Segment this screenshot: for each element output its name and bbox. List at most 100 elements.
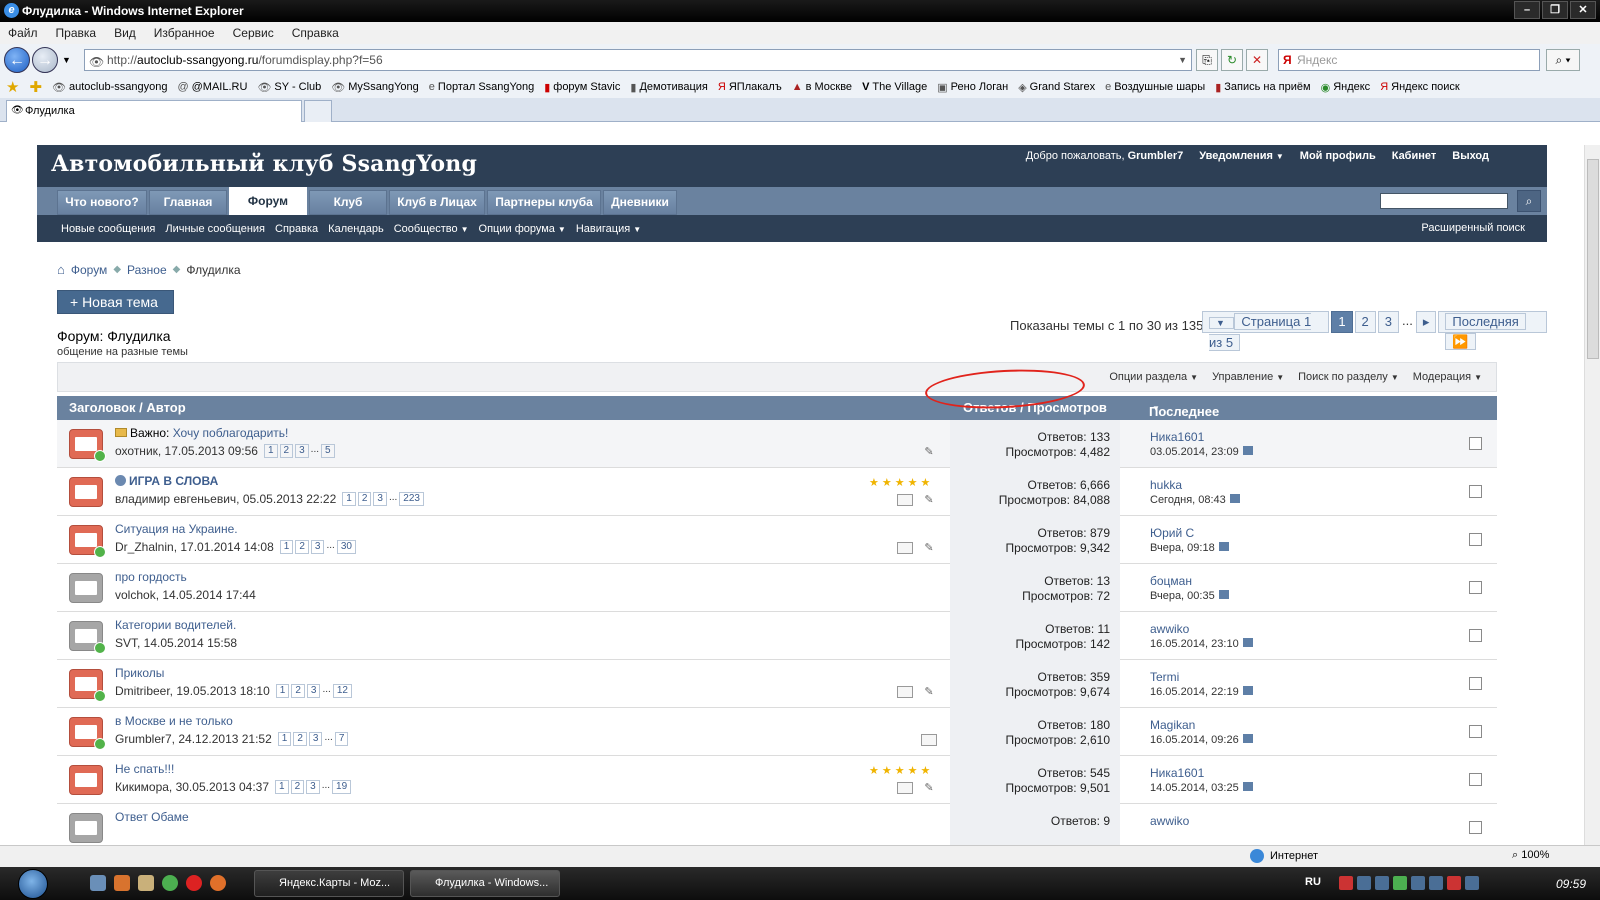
fav-item[interactable]: ▣ Рено Логан <box>937 81 1008 94</box>
browser-search-button[interactable]: ⌕ ▾ <box>1546 49 1580 71</box>
fav-item[interactable]: ◈ Grand Starex <box>1018 81 1095 94</box>
nav-diaries[interactable]: Дневники <box>603 190 677 215</box>
fav-item[interactable]: e Воздушные шары <box>1105 81 1205 93</box>
thread-title-link[interactable]: Приколы <box>115 666 164 680</box>
maximize-button[interactable]: ❐ <box>1542 1 1568 19</box>
last-post-user[interactable]: awwiko <box>1150 622 1253 637</box>
subnav-forum-options[interactable]: Опции форума ▼ <box>479 223 566 235</box>
thread-title-link[interactable]: про гордость <box>115 570 187 584</box>
new-thread-button[interactable]: + Новая тема <box>57 290 174 314</box>
thread-title-link[interactable]: Хочу поблагодарить! <box>173 426 289 440</box>
tray-icon[interactable] <box>1374 876 1389 890</box>
site-logo[interactable]: Автомобильный клуб SsangYong <box>51 151 477 177</box>
thread-title-link[interactable]: Ситуация на Украине. <box>115 522 238 536</box>
nav-club[interactable]: Клуб <box>309 190 387 215</box>
thread-select-checkbox[interactable] <box>1469 773 1482 786</box>
thread-select-checkbox[interactable] <box>1469 629 1482 642</box>
thread-select-checkbox[interactable] <box>1469 581 1482 594</box>
thread-page-link[interactable]: 3 <box>373 492 387 506</box>
volume-icon[interactable] <box>1410 876 1425 890</box>
fav-item[interactable]: ▮ форум Stavic <box>544 81 620 94</box>
menu-file[interactable]: Файл <box>8 26 38 40</box>
thread-page-link[interactable]: 2 <box>357 492 372 506</box>
fav-item[interactable]: 👁 MySsangYong <box>331 81 419 94</box>
fav-item[interactable]: ▮ Демотивация <box>630 81 708 94</box>
last-post-user[interactable]: Magikan <box>1150 718 1253 733</box>
address-dropdown-icon[interactable]: ▼ <box>1178 50 1187 70</box>
nav-whats-new[interactable]: Что нового? <box>57 190 147 215</box>
taskbar-ie-window[interactable]: Флудилка - Windows... <box>410 870 560 897</box>
my-profile-link[interactable]: Мой профиль <box>1300 150 1376 162</box>
menu-help[interactable]: Справка <box>292 26 339 40</box>
thread-page-link[interactable]: 3 <box>306 684 321 698</box>
stop-icon[interactable]: ✕ <box>1246 49 1268 71</box>
close-window-button[interactable]: ✕ <box>1570 1 1596 19</box>
thread-page-link[interactable]: 1 <box>279 540 294 554</box>
site-search-icon[interactable]: ⌕ <box>1517 190 1541 212</box>
go-to-last-post-icon[interactable] <box>1242 446 1253 455</box>
thread-author[interactable]: охотник, 17.05.2013 09:56 <box>115 444 258 458</box>
taskbar-firefox-window[interactable]: Яндекс.Карты - Moz... <box>254 870 404 897</box>
subnav-new-posts[interactable]: Новые сообщения <box>61 223 155 235</box>
fav-item[interactable]: V The Village <box>862 81 927 93</box>
tray-icon[interactable] <box>1428 876 1443 890</box>
network-icon[interactable] <box>1356 876 1371 890</box>
go-to-last-post-icon[interactable] <box>1218 590 1229 599</box>
menu-tools[interactable]: Сервис <box>233 26 274 40</box>
manage-menu[interactable]: Управление ▼ <box>1212 371 1284 383</box>
thread-select-checkbox[interactable] <box>1469 725 1482 738</box>
page-1[interactable]: 1 <box>1331 311 1353 333</box>
username-link[interactable]: Grumbler7 <box>1128 150 1184 162</box>
subnav-community[interactable]: Сообщество ▼ <box>394 223 469 235</box>
breadcrumb-misc[interactable]: Разное <box>127 263 167 277</box>
thread-page-link[interactable]: 223 <box>399 492 424 506</box>
add-favorite-icon[interactable]: ✚ <box>29 78 42 96</box>
tray-icon[interactable] <box>1338 876 1353 890</box>
page-2[interactable]: 2 <box>1354 311 1376 333</box>
last-post-user[interactable]: Ника1601 <box>1150 766 1253 781</box>
tray-icon[interactable] <box>1464 876 1479 890</box>
thread-title-link[interactable]: в Москве и не только <box>115 714 233 728</box>
thread-page-link[interactable]: 1 <box>263 444 278 458</box>
thread-page-link[interactable]: 2 <box>291 684 305 698</box>
firefox-quick-icon[interactable] <box>114 875 130 891</box>
thread-page-link[interactable]: 2 <box>279 444 294 458</box>
nav-forum[interactable]: Форум <box>229 187 307 215</box>
thread-select-checkbox[interactable] <box>1469 821 1482 834</box>
fav-item[interactable]: 👁 SY - Club <box>257 81 321 94</box>
opera-quick-icon[interactable] <box>186 875 202 891</box>
thread-page-link[interactable]: 1 <box>277 732 292 746</box>
last-post-user[interactable]: Юрий С <box>1150 526 1229 541</box>
back-button[interactable]: ← <box>4 47 30 73</box>
firefox-quick-icon-2[interactable] <box>210 875 226 891</box>
section-options-menu[interactable]: Опции раздела ▼ <box>1109 371 1198 383</box>
notifications-menu[interactable]: Уведомления ▼ <box>1199 150 1284 162</box>
thread-author[interactable]: Dr_Zhalnin, 17.01.2014 14:08 <box>115 540 274 554</box>
thread-select-checkbox[interactable] <box>1469 677 1482 690</box>
thread-page-link[interactable]: 2 <box>293 732 307 746</box>
thread-title-link[interactable]: Ответ Обаме <box>115 810 189 824</box>
fav-item[interactable]: Я Яндекс поиск <box>1380 81 1460 93</box>
go-to-last-post-icon[interactable] <box>1229 494 1240 503</box>
go-to-last-post-icon[interactable] <box>1242 734 1253 743</box>
nav-club-faces[interactable]: Клуб в Лицах <box>389 190 485 215</box>
show-desktop-icon[interactable] <box>90 875 106 891</box>
logout-link[interactable]: Выход <box>1452 150 1489 162</box>
thread-page-link[interactable]: 3 <box>308 732 323 746</box>
thread-page-link[interactable]: 1 <box>275 780 289 794</box>
thread-page-link[interactable]: 12 <box>332 684 352 698</box>
breadcrumb-forum[interactable]: Форум <box>71 263 107 277</box>
fav-item[interactable]: ▲ в Москве <box>792 81 852 93</box>
subnav-help[interactable]: Справка <box>275 223 318 235</box>
thread-page-link[interactable]: 19 <box>332 780 352 794</box>
zoom-level[interactable]: ⌕ 100% <box>1512 849 1549 862</box>
menu-favorites[interactable]: Избранное <box>154 26 215 40</box>
compat-view-icon[interactable]: ⎘ <box>1196 49 1218 71</box>
thread-page-link[interactable]: 2 <box>295 540 309 554</box>
nav-home[interactable]: Главная <box>149 190 227 215</box>
utorrent-quick-icon[interactable] <box>162 875 178 891</box>
go-to-last-post-icon[interactable] <box>1242 638 1253 647</box>
refresh-icon[interactable]: ↻ <box>1221 49 1243 71</box>
section-search-menu[interactable]: Поиск по разделу ▼ <box>1298 371 1399 383</box>
go-to-last-post-icon[interactable] <box>1242 782 1253 791</box>
